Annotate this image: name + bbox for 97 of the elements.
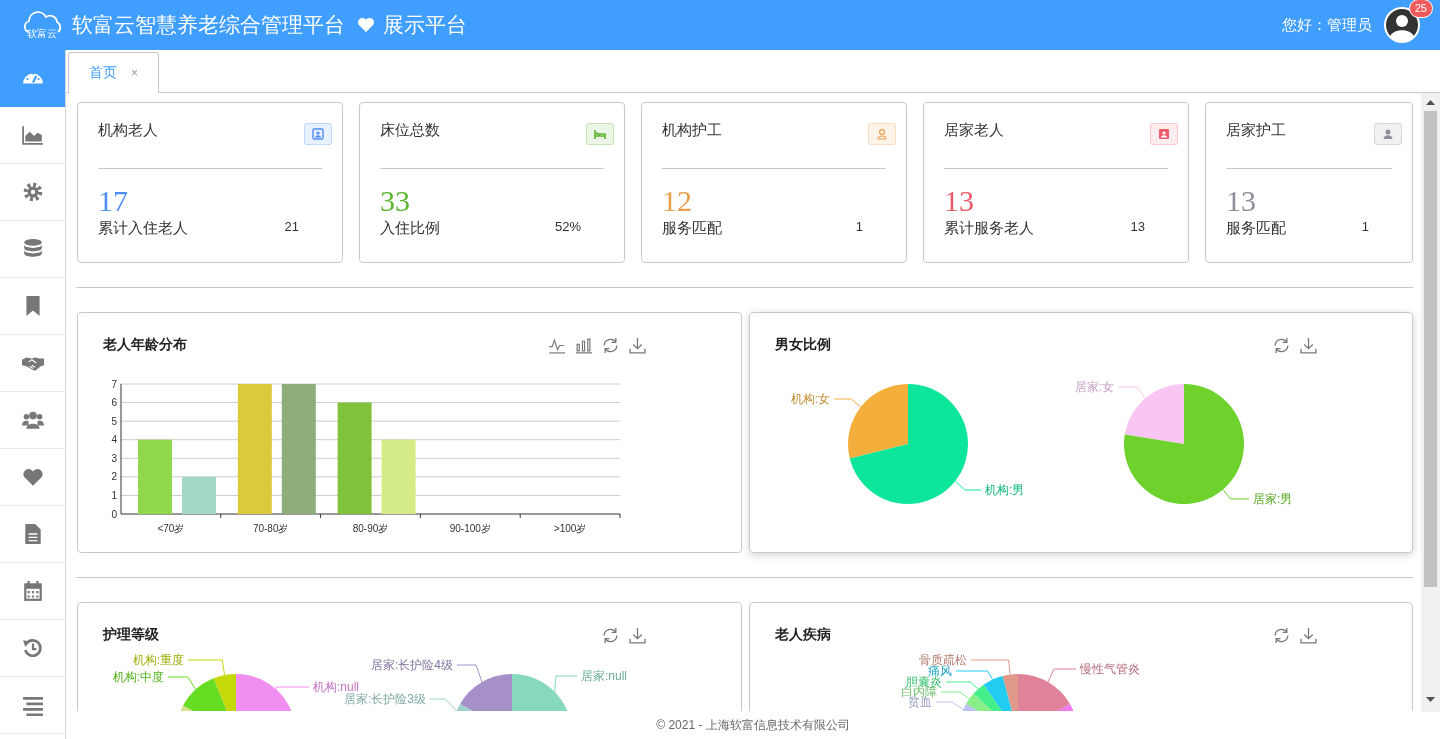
slice-label: 居家:null [581,669,627,683]
bed-icon [594,128,606,140]
chart-title: 老人年龄分布 [103,336,188,354]
slice-label: 居家:女 [1074,380,1114,394]
refresh-icon[interactable] [601,626,619,644]
card-title: 机构护工 [662,121,722,140]
app-subtitle: 展示平台 [383,12,467,38]
download-icon[interactable] [628,336,646,354]
calendar-icon [21,580,44,602]
leader-line [940,691,970,700]
card-title: 床位总数 [380,121,440,140]
leader-line [1047,668,1076,683]
slice-label: 痛风 [927,664,952,678]
refresh-icon[interactable] [1273,336,1290,354]
leader-line [954,480,981,491]
slice-label: 慢性气管炎 [1079,662,1140,676]
stat-label: 累计入住老人 [98,219,189,238]
slice-label: 机构:中度 [112,670,164,684]
sidebar-item[interactable] [0,50,65,107]
user-icon [1382,128,1394,140]
slice-label: 胆囊炎 [905,675,942,689]
database-icon [21,238,44,260]
leader-line [187,659,226,676]
leader-line [456,664,483,683]
heart-icon [357,17,375,33]
stat-value: 13 [1226,185,1257,217]
stat-label: 入住比例 [380,219,441,238]
contact-card-icon [312,128,324,140]
line-chart-icon[interactable] [547,336,565,354]
stat-value: 12 [662,185,693,217]
slice-label: 机构:男 [984,483,1024,497]
app-title: 软富云智慧养老综合管理平台 [72,12,345,38]
axis-label: >100岁 [553,523,587,534]
settings-icon [21,181,44,203]
stat-sub-value: 1 [1361,219,1369,236]
stat-value: 17 [98,185,129,217]
bar-chart-icon[interactable] [574,336,592,354]
slice-label: 机构:女 [790,392,830,406]
user-icon [876,128,888,140]
refresh-icon[interactable] [601,336,619,354]
slice-label: 居家:长护险3级 [344,692,426,706]
slice-label: 骨质疏松 [918,653,967,667]
axis-label: <70岁 [157,523,185,534]
chart-title: 护理等级 [103,626,160,644]
notification-count: 25 [1408,0,1433,18]
stat-sub-value: 1 [855,219,863,236]
axis-label: 90-100岁 [449,523,491,534]
leader-line [945,681,979,690]
leader-line [1221,489,1249,500]
slice-label: 居家:长护险4级 [371,658,453,672]
stat-sub-value: 21 [284,219,299,236]
axis-label: 5 [111,415,117,427]
axis-label: 7 [111,378,117,390]
leader-line [429,698,458,711]
card-title: 居家护工 [1226,121,1286,140]
user-greeting: 您好：管理员 [1282,15,1372,35]
card-title: 居家老人 [944,121,1004,140]
close-icon[interactable]: × [131,66,138,80]
refresh-icon[interactable] [1273,626,1290,644]
axis-label: 6 [111,397,117,409]
axis-label: 70-80岁 [252,523,289,534]
leader-line [833,398,861,408]
copyright-text: © 2021 - 上海软富信息技术有限公司 [656,716,850,734]
stat-value: 13 [944,185,975,217]
chart-title: 男女比例 [774,336,832,354]
chart-title: 老人疾病 [774,626,832,644]
area-chart-icon [21,124,44,146]
list-icon [21,694,44,716]
heart-icon [21,466,44,488]
bar [182,476,216,514]
contact-card-icon [1158,128,1170,140]
stat-label: 服务匹配 [662,219,723,238]
axis-label: 4 [111,434,117,446]
download-icon[interactable] [1300,626,1317,644]
logo-text: 软富云 [27,26,57,41]
users-icon [21,409,44,431]
axis-label: 2 [111,471,117,483]
stat-label: 累计服务老人 [944,219,1035,238]
stat-sub-value: 13 [1130,219,1145,236]
download-icon[interactable] [628,626,646,644]
leader-line [167,676,197,690]
leader-line [1117,386,1146,399]
leader-line [935,701,964,711]
stat-sub-value: 52% [554,219,581,236]
slice-label: 居家:男 [1252,492,1292,506]
axis-label: 80-90岁 [352,523,389,534]
tab[interactable]: 首页 × [68,52,159,93]
stat-label: 服务匹配 [1226,219,1287,238]
slice-label: 机构:null [313,680,359,694]
axis-label: 0 [111,508,117,520]
axis-label: 1 [111,489,117,501]
card-title: 机构老人 [98,121,158,140]
axis-label: 3 [111,452,117,464]
stat-value: 33 [380,185,411,217]
history-icon [21,637,44,659]
download-icon[interactable] [1300,336,1317,354]
slice-label: 机构:重度 [132,653,184,667]
